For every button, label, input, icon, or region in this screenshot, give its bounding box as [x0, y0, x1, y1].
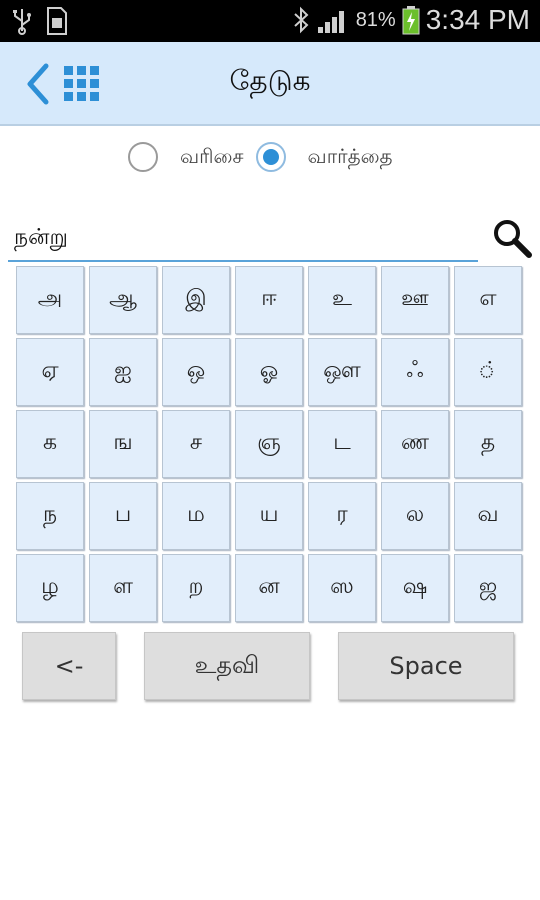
- help-button[interactable]: உதவி: [144, 632, 310, 700]
- keyboard-key[interactable]: இ: [162, 266, 230, 334]
- keyboard-key[interactable]: உ: [308, 266, 376, 334]
- keyboard-key[interactable]: ஸ: [308, 554, 376, 622]
- keyboard-key[interactable]: க: [16, 410, 84, 478]
- keyboard-key[interactable]: ஷ: [381, 554, 449, 622]
- keyboard-key[interactable]: ஈ: [235, 266, 303, 334]
- keyboard-key[interactable]: ஆ: [89, 266, 157, 334]
- battery-charging-icon: [402, 6, 420, 35]
- tamil-keyboard: அ ஆ இ ஈ உ ஊ எ ஏ ஐ ஒ ஓ ஔ ஃ் க ங ச ஞ ட ண த ந ப ம ய ர ல வ ழ ள ற ன ஸ ஷ ஜ: [16, 266, 524, 622]
- keyboard-key[interactable]: அ: [16, 266, 84, 334]
- keyboard-key[interactable]: வ: [454, 482, 522, 550]
- search-input[interactable]: [8, 218, 478, 262]
- keyboard-key[interactable]: ந: [16, 482, 84, 550]
- keyboard-key[interactable]: எ: [454, 266, 522, 334]
- radio-row-mode[interactable]: [128, 142, 158, 172]
- radio-label-word: வார்த்தை: [307, 143, 393, 168]
- keyboard-key[interactable]: ட: [308, 410, 376, 478]
- battery-percent: 81%: [355, 8, 396, 31]
- keyboard-key[interactable]: ற: [162, 554, 230, 622]
- search-icon[interactable]: [492, 218, 532, 258]
- keyboard-key[interactable]: ஏ: [16, 338, 84, 406]
- keyboard-key[interactable]: ஔ: [308, 338, 376, 406]
- app-header: தேடுக: [0, 42, 540, 126]
- keyboard-key[interactable]: ஓ: [235, 338, 303, 406]
- clock: 3:34 PM: [425, 4, 530, 35]
- sim-card-icon: [47, 7, 67, 35]
- usb-icon: [13, 9, 31, 35]
- keyboard-key[interactable]: ல: [381, 482, 449, 550]
- keyboard-key[interactable]: த: [454, 410, 522, 478]
- keyboard-key[interactable]: ப: [89, 482, 157, 550]
- keyboard-key[interactable]: ண: [381, 410, 449, 478]
- radio-word-mode[interactable]: [255, 142, 286, 172]
- backspace-button[interactable]: <-: [22, 632, 116, 700]
- keyboard-key[interactable]: ஃ: [381, 338, 449, 406]
- keyboard-key[interactable]: ஞ: [235, 410, 303, 478]
- page-title: தேடுக: [229, 64, 311, 97]
- keyboard-key[interactable]: ன: [235, 554, 303, 622]
- status-bar: 81% 3:34 PM: [0, 0, 540, 42]
- radio-label-row: வரிசை: [180, 143, 244, 168]
- keyboard-key[interactable]: ஒ: [162, 338, 230, 406]
- keyboard-key[interactable]: ஐ: [89, 338, 157, 406]
- bluetooth-icon: [294, 6, 309, 34]
- keyboard-key[interactable]: ஊ: [381, 266, 449, 334]
- signal-icon: [317, 11, 344, 33]
- keyboard-key[interactable]: ர: [308, 482, 376, 550]
- space-button[interactable]: Space: [338, 632, 514, 700]
- keyboard-key[interactable]: ங: [89, 410, 157, 478]
- keyboard-key[interactable]: ழ: [16, 554, 84, 622]
- keyboard-key[interactable]: ள: [89, 554, 157, 622]
- search-mode-group: வரிசை வார்த்தை: [128, 140, 405, 174]
- keyboard-key[interactable]: ய: [235, 482, 303, 550]
- keyboard-key[interactable]: ்: [454, 338, 522, 406]
- keyboard-key[interactable]: ச: [162, 410, 230, 478]
- keyboard-key[interactable]: ஜ: [454, 554, 522, 622]
- keyboard-key[interactable]: ம: [162, 482, 230, 550]
